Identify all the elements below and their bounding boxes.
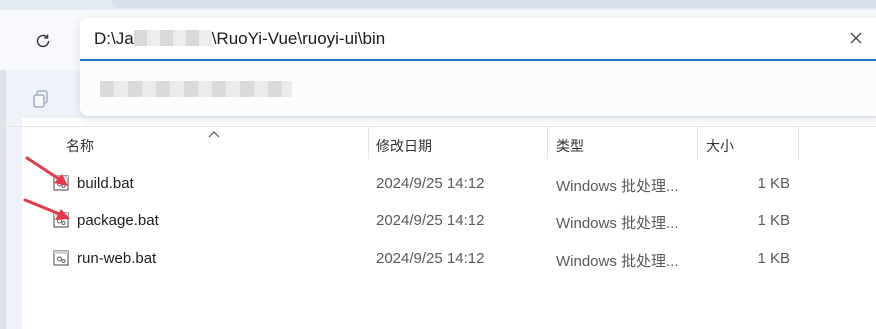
file-modified: 2024/9/25 14:12 <box>376 250 485 267</box>
address-suggestion[interactable] <box>100 81 292 97</box>
address-path[interactable]: D:\Ja \RuoYi-Vue\ruoyi-ui\bin <box>94 29 385 49</box>
column-divider[interactable] <box>697 127 698 159</box>
batch-file-icon <box>52 249 70 267</box>
clear-icon[interactable] <box>846 28 866 48</box>
sort-up-icon <box>208 125 220 143</box>
file-row[interactable]: package.bat 2024/9/25 14:12 Windows 批处理.… <box>22 203 876 239</box>
file-row[interactable]: build.bat 2024/9/25 14:12 Windows 批处理...… <box>22 166 876 202</box>
address-input[interactable]: D:\Ja \RuoYi-Vue\ruoyi-ui\bin <box>80 18 876 61</box>
column-divider[interactable] <box>798 127 799 159</box>
column-header-row: 名称 修改日期 类型 大小 <box>22 127 876 161</box>
column-header-type[interactable]: 类型 <box>556 136 584 156</box>
file-name[interactable]: build.bat <box>77 175 134 192</box>
address-dropdown: D:\Ja \RuoYi-Vue\ruoyi-ui\bin <box>80 18 876 116</box>
path-suffix: \RuoYi-Vue\ruoyi-ui\bin <box>211 29 386 48</box>
file-type: Windows 批处理... <box>556 253 679 270</box>
file-type: Windows 批处理... <box>556 178 679 195</box>
file-modified: 2024/9/25 14:12 <box>376 212 485 229</box>
column-header-modified[interactable]: 修改日期 <box>376 136 432 156</box>
column-divider[interactable] <box>547 127 548 159</box>
tab-strip <box>0 0 876 10</box>
file-row[interactable]: run-web.bat 2024/9/25 14:12 Windows 批处理.… <box>22 241 876 277</box>
file-size: 1 KB <box>757 212 790 229</box>
path-prefix: D:\Ja <box>94 29 134 48</box>
file-name[interactable]: run-web.bat <box>77 250 156 267</box>
file-modified: 2024/9/25 14:12 <box>376 175 485 192</box>
column-divider[interactable] <box>368 127 369 159</box>
active-tab[interactable] <box>112 0 876 8</box>
annotation-arrow <box>25 156 68 186</box>
annotation-arrow <box>23 198 70 220</box>
file-size: 1 KB <box>757 250 790 267</box>
file-size: 1 KB <box>757 175 790 192</box>
file-name[interactable]: package.bat <box>77 212 159 229</box>
column-header-size[interactable]: 大小 <box>706 136 734 156</box>
redacted-segment <box>133 30 212 46</box>
nav-pane-edge <box>0 70 6 329</box>
refresh-icon[interactable] <box>30 28 56 54</box>
copy-icon[interactable] <box>30 88 52 110</box>
file-type: Windows 批处理... <box>556 215 679 232</box>
column-header-name[interactable]: 名称 <box>66 136 94 156</box>
